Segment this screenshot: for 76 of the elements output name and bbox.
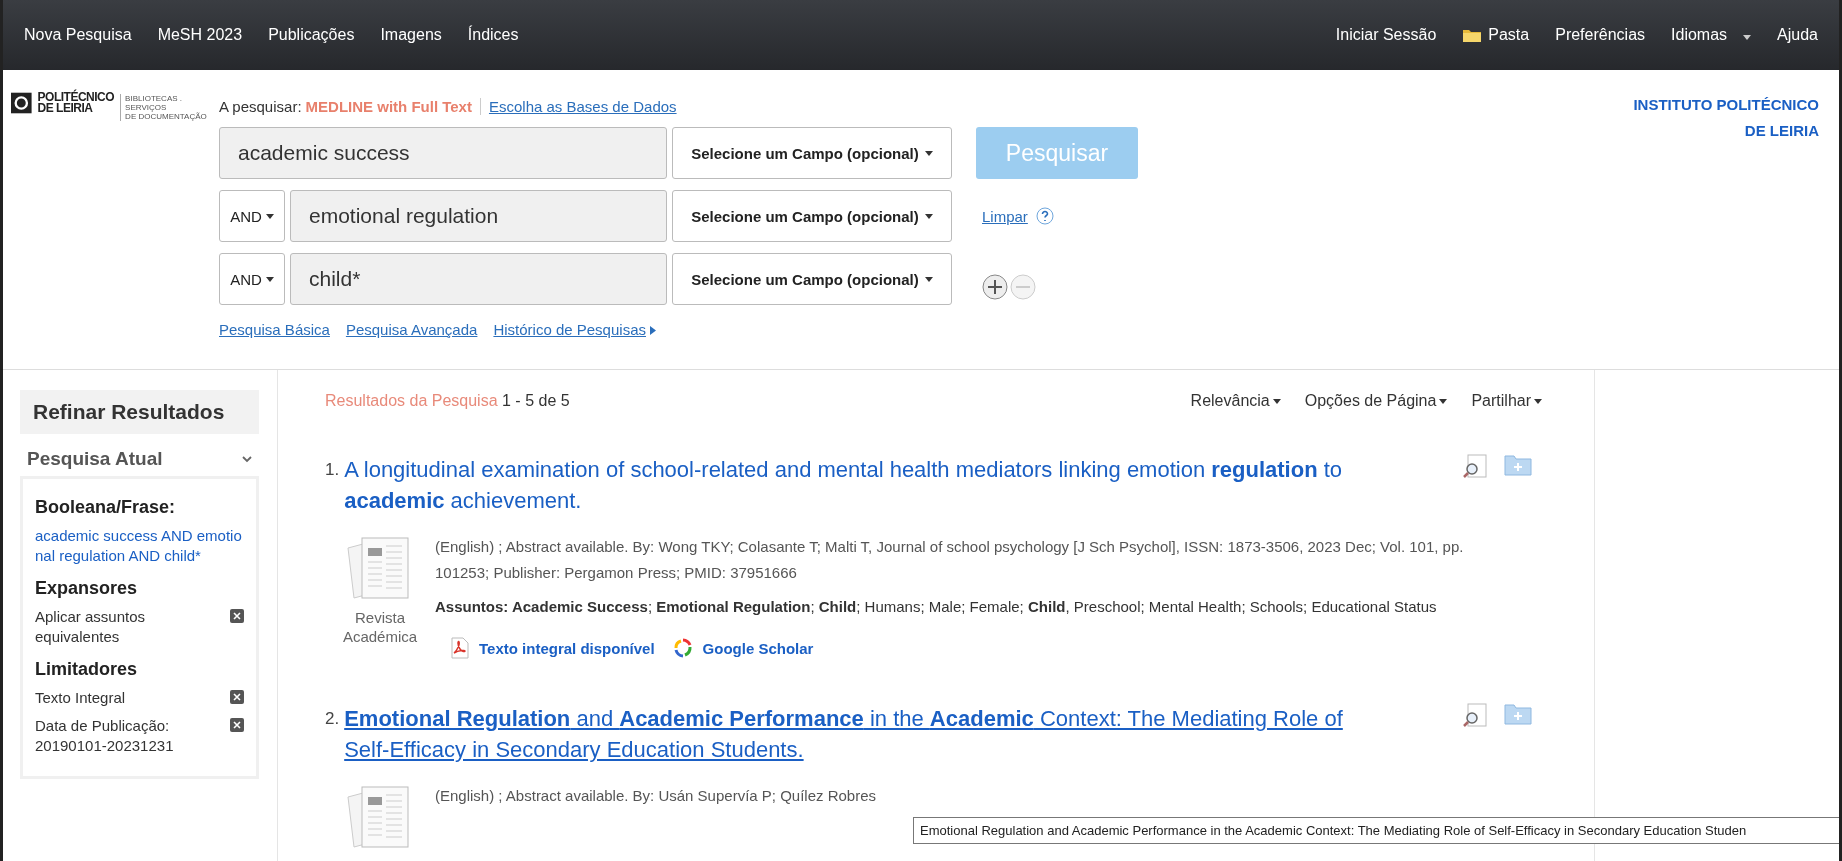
scholar-link[interactable]: Google Scholar <box>672 637 814 659</box>
logo-tagline: BIBLIOTECAS . SERVIÇOS <box>125 94 183 112</box>
results-range: 1 - 5 de 5 <box>502 392 570 409</box>
caret-icon <box>265 276 274 282</box>
filter-label: Data de Publicação: 20190101-20231231 <box>35 716 175 756</box>
caret-icon <box>924 150 933 156</box>
choose-databases-link[interactable]: Escolha as Bases de Dados <box>488 97 677 115</box>
nav-link[interactable]: Preferências <box>1544 20 1657 50</box>
result-number: 2. <box>325 708 340 730</box>
swirl-icon <box>672 638 693 658</box>
caret-icon <box>1534 398 1542 404</box>
folder-icon <box>1462 27 1483 43</box>
searching-label: A pesquisar: <box>219 97 302 115</box>
nav-link[interactable]: Ajuda <box>1766 20 1829 50</box>
section-title: Pesquisa Atual <box>27 448 163 470</box>
chevron-icon[interactable] <box>242 455 252 463</box>
preview-icon[interactable] <box>1462 454 1488 478</box>
nav-link[interactable]: MeSH 2023 <box>146 20 254 50</box>
caret-icon <box>1272 398 1281 404</box>
nav-link[interactable]: Imagens <box>369 20 453 50</box>
field-dropdown[interactable]: Selecione um Campo (opcional) <box>672 253 952 305</box>
options-dropdown[interactable]: Opções de Página <box>1304 392 1448 410</box>
logo-icon <box>11 92 32 114</box>
filter-label: Aplicar assuntos equivalentes <box>35 607 147 647</box>
group-heading: Booleana/Frase: <box>35 497 177 518</box>
caret-icon <box>1439 398 1448 404</box>
result-details: (English) ; Abstract available. By: Usán Supervía P; Quílez Robres <box>435 786 877 806</box>
field-dropdown[interactable]: Selecione um Campo (opcional) <box>672 127 952 179</box>
sidebar-title: Refinar Resultados <box>20 390 259 434</box>
result-number: 1. <box>325 459 340 481</box>
logo-tagline: DE DOCUMENTAÇÃO <box>125 112 208 121</box>
database-name: MEDLINE with Full Text <box>305 97 481 115</box>
remove-filter-button[interactable] <box>230 718 244 732</box>
options-dropdown[interactable]: Partilhar <box>1471 392 1542 410</box>
operator-dropdown[interactable]: AND <box>219 253 285 305</box>
full-text-link[interactable]: Texto integral disponível <box>451 637 655 659</box>
result-details: (English) ; Abstract available. By: Wong TKY; Colasante T; Malti T, Journal of school psychology [J Sch Psychol], ISSN: 1873-3506, 2023 Dec; Vol. 101, pp. 101253; Publisher: Pergamon Press; PMID: 37951666 <box>435 537 1465 583</box>
folder-link[interactable]: Pasta <box>1451 20 1541 50</box>
search-input[interactable]: emotional regulation <box>290 190 667 242</box>
pdf-icon <box>451 637 469 659</box>
filter-label: Texto Integral <box>35 688 126 708</box>
search-mode-link[interactable]: Histórico de Pesquisas <box>493 321 656 338</box>
language-menu[interactable]: Idiomas <box>1660 20 1763 50</box>
remove-filter-button[interactable] <box>230 609 244 623</box>
caret-icon <box>924 276 933 282</box>
result-title-link[interactable]: Emotional Regulation and Academic Performance in the Academic Context: The Mediating Role of Self-Efficacy in Secondary Education Students. <box>344 703 1355 765</box>
caret-icon <box>924 213 933 219</box>
caret-icon <box>265 213 274 219</box>
nav-link[interactable]: Iniciar Sessão <box>1324 20 1448 50</box>
nav-link[interactable]: Publicações <box>257 20 366 50</box>
add-row-icon[interactable] <box>982 274 1008 300</box>
publication-type: Revista Académica <box>341 608 419 646</box>
results-label: Resultados da Pesquisa <box>325 392 498 409</box>
options-dropdown[interactable]: Relevância <box>1190 392 1281 410</box>
search-input[interactable]: child* <box>290 253 667 305</box>
search-mode-link[interactable]: Pesquisa Avançada <box>345 321 478 338</box>
institution-name: INSTITUTO POLITÉCNICO DE LEIRIA <box>1632 95 1819 141</box>
operator-dropdown[interactable]: AND <box>219 190 285 242</box>
field-dropdown[interactable]: Selecione um Campo (opcional) <box>672 190 952 242</box>
subject-terms: Assuntos: Academic Success; Emotional Regulation; Child; Humans; Male; Female; Child, Preschool; Mental Health; Schools; Educational Status <box>435 598 1438 615</box>
logo-text: DE LEIRIA <box>37 103 94 114</box>
result-title-link[interactable]: A longitudinal examination of school-related and mental health mediators linking emotion regulation to academic achievement. <box>344 454 1355 516</box>
search-mode-link[interactable]: Pesquisa Básica <box>219 321 330 338</box>
triangle-icon <box>650 326 656 335</box>
remove-filter-button[interactable] <box>230 690 244 704</box>
help-icon[interactable] <box>1035 207 1054 225</box>
clear-link[interactable]: Limpar <box>982 207 1028 225</box>
tooltip: Emotional Regulation and Academic Performance in the Academic Context: The Mediating Role of Self-Efficacy in Secondary Education Studen <box>913 817 1839 844</box>
preview-icon[interactable] <box>1462 703 1488 727</box>
search-input[interactable]: academic success <box>219 127 667 179</box>
group-heading: Limitadores <box>35 659 139 680</box>
query-link[interactable]: academic success AND emotional regulation AND child* <box>35 526 244 566</box>
caret-icon <box>1743 35 1752 40</box>
nav-link[interactable]: Índices <box>456 20 530 50</box>
nav-link[interactable]: Nova Pesquisa <box>13 20 143 50</box>
group-heading: Expansores <box>35 578 139 599</box>
